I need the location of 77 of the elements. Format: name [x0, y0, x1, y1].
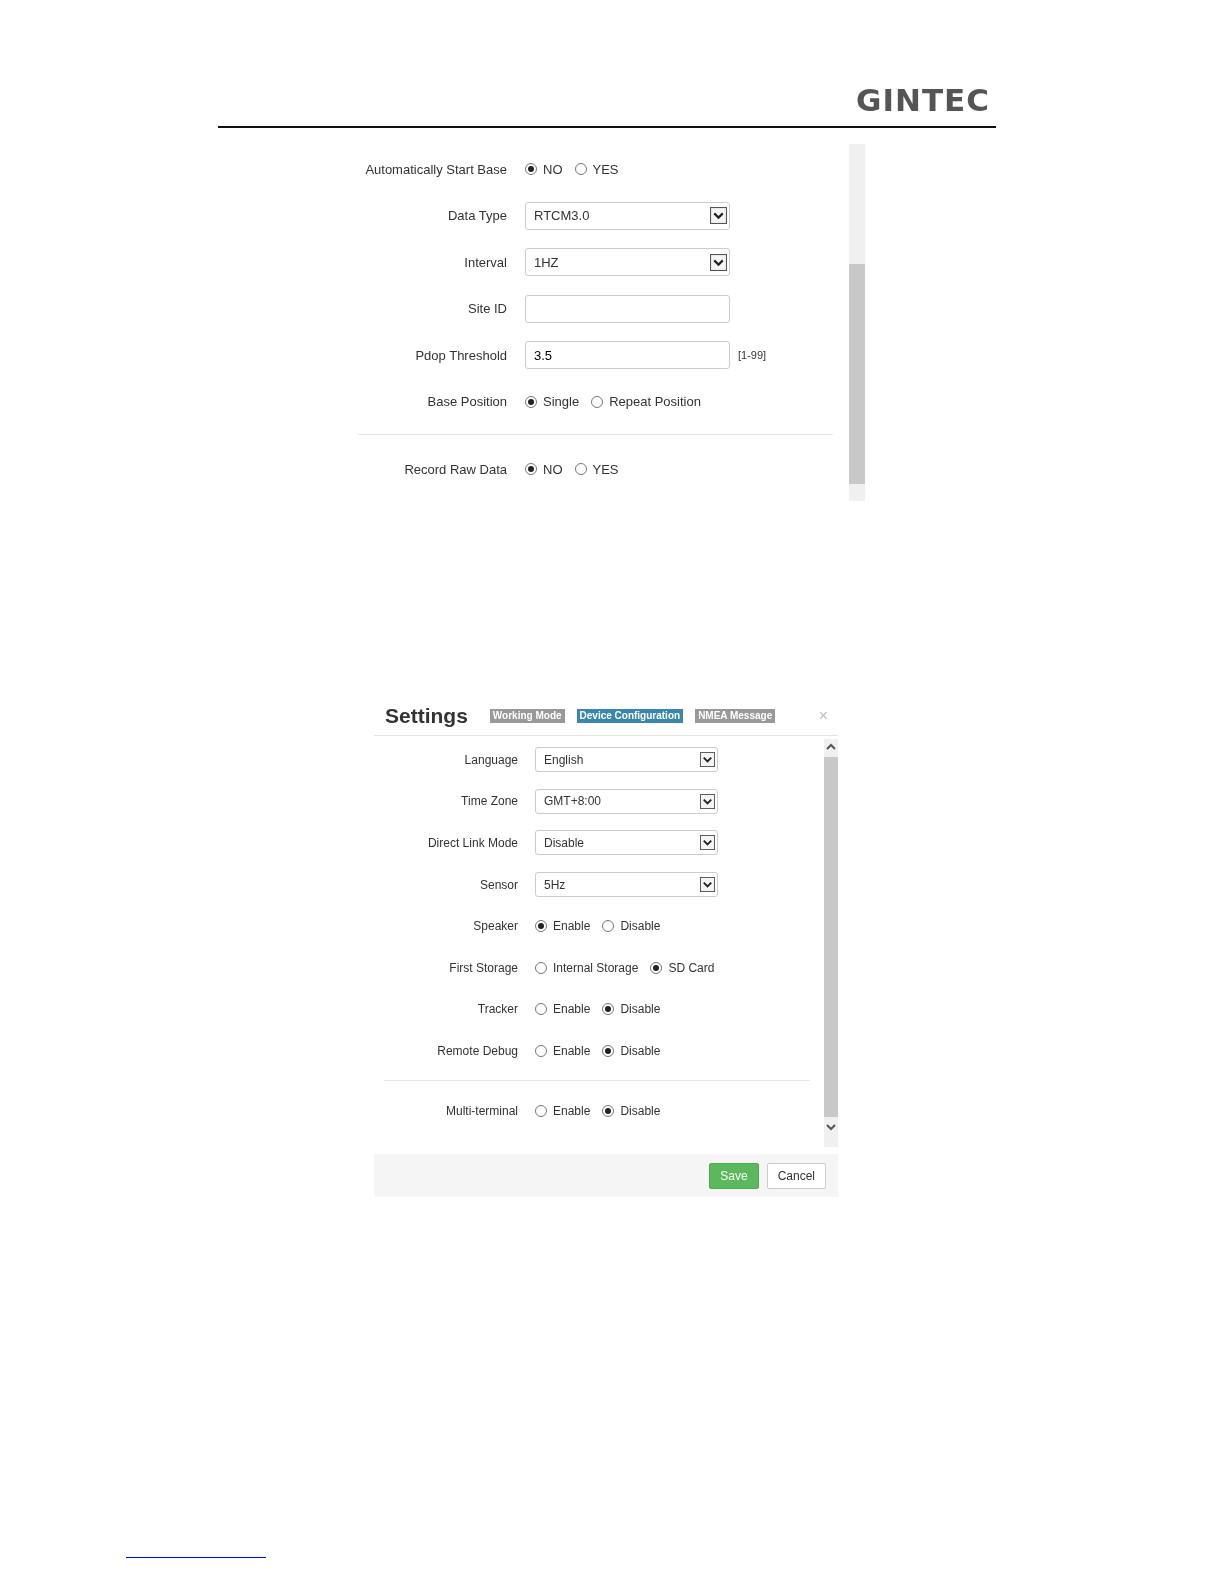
scrollbar[interactable]	[849, 144, 865, 501]
radio-button[interactable]	[535, 1044, 547, 1057]
field-label: Direct Link Mode	[426, 835, 518, 852]
radio-button[interactable]	[602, 920, 615, 933]
radio-option[interactable]: YES	[574, 459, 619, 479]
field-label: Remote Debug	[436, 1042, 518, 1060]
dropdown-field[interactable]: Disable	[535, 830, 718, 856]
radio-button[interactable]	[525, 163, 537, 176]
field-label: Sensor	[478, 876, 518, 894]
radio-button[interactable]	[591, 395, 604, 408]
dropdown-field[interactable]: 1HZ	[525, 248, 730, 277]
scrollbar-thumb[interactable]	[849, 264, 865, 484]
dropdown-value: RTCM3.0	[534, 207, 590, 225]
input-field[interactable]: 3.5	[525, 341, 730, 370]
dropdown-value: Disable	[544, 835, 585, 852]
radio-button[interactable]	[535, 961, 547, 974]
radio-option[interactable]: Enable	[535, 917, 591, 936]
scroll-up-icon[interactable]	[826, 743, 836, 751]
scroll-down-icon[interactable]	[826, 1123, 836, 1131]
radio-button[interactable]	[574, 163, 587, 176]
tab[interactable]: Device Configuration	[576, 708, 684, 723]
logo: GINTEC	[856, 81, 990, 120]
radio-option[interactable]: Enable	[535, 1041, 591, 1060]
radio-option[interactable]: NO	[525, 159, 563, 179]
radio-button[interactable]	[535, 1104, 547, 1117]
radio-button[interactable]	[525, 395, 537, 408]
caret-icon	[700, 752, 715, 768]
dialog-title: Settings	[385, 702, 468, 729]
field-label: Time Zone	[460, 793, 518, 811]
field-label: Site ID	[467, 300, 507, 318]
caret-icon	[710, 207, 727, 225]
dropdown-value: 5Hz	[544, 876, 566, 894]
radio-button[interactable]	[574, 463, 587, 476]
field-label: Multi-terminal	[445, 1102, 518, 1120]
radio-option[interactable]: YES	[574, 159, 619, 179]
cancel-button[interactable]: Cancel	[766, 1162, 826, 1189]
radio-button[interactable]	[602, 1104, 615, 1117]
field-label: Base Position	[426, 393, 507, 411]
field-label: First Storage	[448, 959, 518, 977]
radio-button[interactable]	[602, 1003, 615, 1016]
dropdown-value: 1HZ	[534, 253, 559, 272]
field-label: Data Type	[446, 207, 507, 225]
field-label: Interval	[463, 253, 507, 272]
radio-option[interactable]: Enable	[535, 1101, 591, 1120]
dropdown-field[interactable]: English	[535, 747, 718, 773]
dropdown-field[interactable]: GMT+8:00	[535, 788, 718, 814]
field-label: Speaker	[472, 918, 518, 936]
dropdown-value: GMT+8:00	[544, 793, 602, 811]
field-label: Record Raw Data	[403, 460, 507, 479]
dropdown-field[interactable]: RTCM3.0	[525, 201, 730, 230]
caret-icon	[700, 877, 715, 893]
radio-option[interactable]: Disable	[602, 1101, 661, 1120]
dropdown-field[interactable]: 5Hz	[535, 872, 718, 898]
radio-option[interactable]: NO	[525, 459, 563, 479]
field-label: Language	[463, 751, 518, 769]
dropdown-value: English	[544, 751, 584, 769]
radio-option[interactable]: Disable	[602, 1000, 661, 1019]
input-field[interactable]	[525, 294, 730, 323]
caret-icon	[700, 793, 715, 809]
radio-button[interactable]	[535, 920, 547, 933]
radio-option[interactable]: Internal Storage	[535, 958, 639, 977]
radio-button[interactable]	[525, 463, 537, 476]
radio-button[interactable]	[535, 1003, 547, 1016]
range-hint: [1-99]	[738, 348, 767, 363]
radio-option[interactable]: Single	[525, 392, 580, 412]
field-label: Pdop Threshold	[414, 346, 507, 365]
field-label: Tracker	[476, 1001, 518, 1019]
radio-button[interactable]	[650, 961, 663, 974]
radio-option[interactable]: Disable	[602, 917, 661, 936]
radio-option[interactable]: SD Card	[650, 958, 715, 977]
radio-option[interactable]: Repeat Position	[591, 392, 701, 412]
caret-icon	[710, 253, 727, 271]
field-label: Automatically Start Base	[364, 160, 507, 179]
radio-button[interactable]	[602, 1044, 615, 1057]
radio-option[interactable]: Disable	[602, 1041, 661, 1060]
caret-icon	[700, 835, 715, 851]
radio-option[interactable]: Enable	[535, 1000, 591, 1019]
